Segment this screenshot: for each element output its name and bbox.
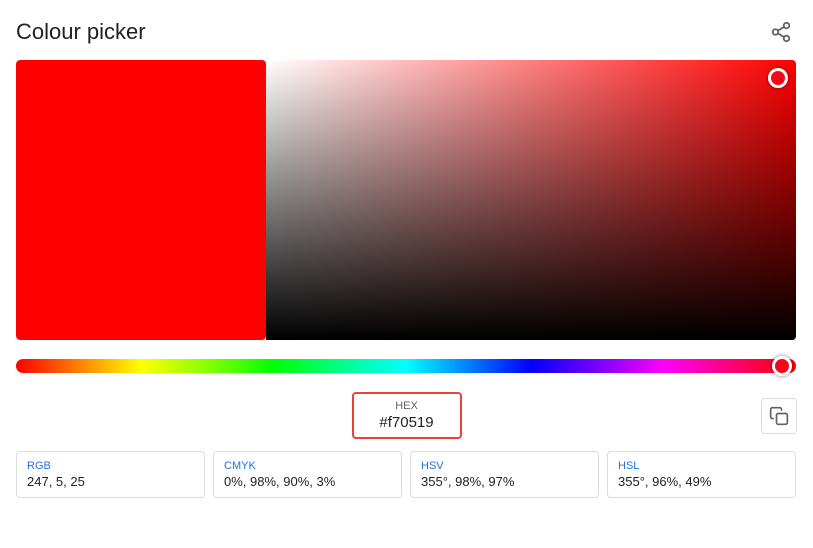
color-value-text-rgb: 247, 5, 25 [27,474,194,489]
color-value-text-hsl: 355°, 96%, 49% [618,474,785,489]
color-value-label-hsv: HSV [421,460,588,472]
picker-gradient-bg [16,60,796,340]
color-value-text-hsv: 355°, 98%, 97% [421,474,588,489]
color-picker-canvas[interactable] [16,60,796,340]
colour-picker-container: Colour picker [0,0,813,514]
color-value-box-hsv[interactable]: HSV 355°, 98%, 97% [410,451,599,498]
hex-input-box[interactable]: HEX #f70519 [352,392,462,439]
hue-slider-handle[interactable] [772,356,792,376]
hex-input-row: HEX #f70519 [16,392,797,439]
color-value-text-cmyk: 0%, 98%, 90%, 3% [224,474,391,489]
hex-label: HEX [366,400,448,412]
copy-button[interactable] [761,398,797,434]
hue-slider-container [16,356,796,376]
color-values-row: RGB 247, 5, 25 CMYK 0%, 98%, 90%, 3% HSV 355°… [16,451,796,498]
color-value-box-cmyk[interactable]: CMYK 0%, 98%, 90%, 3% [213,451,402,498]
color-value-box-rgb[interactable]: RGB 247, 5, 25 [16,451,205,498]
header: Colour picker [16,16,797,48]
color-value-label-hsl: HSL [618,460,785,472]
color-value-label-rgb: RGB [27,460,194,472]
page-title: Colour picker [16,19,146,45]
share-button[interactable] [765,16,797,48]
color-value-label-cmyk: CMYK [224,460,391,472]
picker-handle[interactable] [768,68,788,88]
hex-value[interactable]: #f70519 [366,414,448,431]
hue-slider-track[interactable] [16,359,796,373]
color-value-box-hsl[interactable]: HSL 355°, 96%, 49% [607,451,796,498]
